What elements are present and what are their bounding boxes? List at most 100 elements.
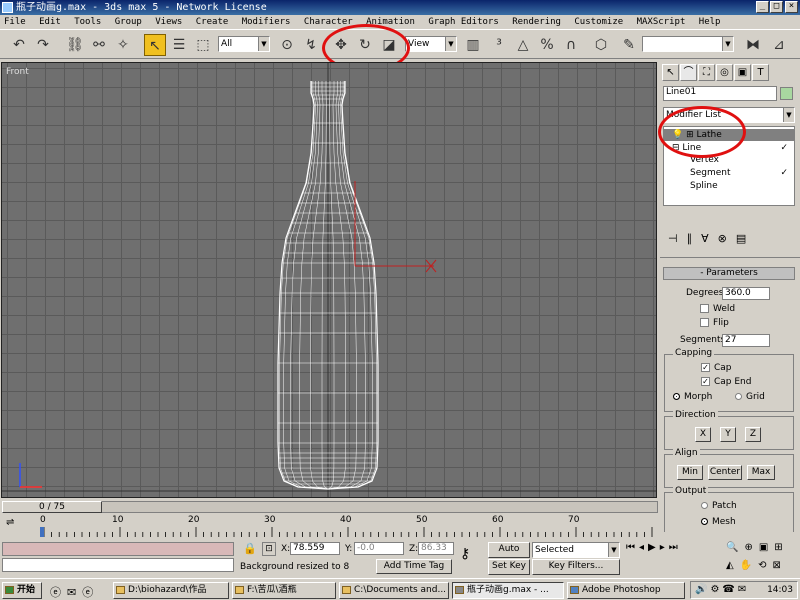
- key-filters-button[interactable]: Key Filters...: [532, 559, 620, 575]
- selection-filter-dropdown[interactable]: All ▼: [218, 36, 270, 52]
- hierarchy-tab-icon[interactable]: ⛶: [698, 64, 715, 81]
- menu-file[interactable]: File: [4, 17, 26, 27]
- remove-modifier-icon[interactable]: ⊗: [718, 232, 736, 245]
- absolute-mode-icon[interactable]: ⊡: [262, 542, 276, 556]
- named-selection-icon[interactable]: ⬡: [590, 34, 612, 56]
- object-name-field[interactable]: Line01: [663, 86, 777, 101]
- segments-spinner[interactable]: 27: [722, 334, 770, 347]
- select-and-manipulate-icon[interactable]: ⊙: [276, 34, 298, 56]
- undo-icon[interactable]: ↶: [8, 34, 30, 56]
- named-selection-dropdown[interactable]: ▼: [642, 36, 734, 52]
- flip-checkbox[interactable]: Flip: [700, 318, 729, 328]
- menu-modifiers[interactable]: Modifiers: [242, 17, 291, 27]
- degrees-spinner[interactable]: 360.0: [722, 287, 770, 300]
- reference-coordinate-dropdown[interactable]: View ▼: [405, 36, 457, 52]
- mirror-icon[interactable]: ⧓: [742, 34, 764, 56]
- stack-item-spline[interactable]: Spline: [690, 181, 718, 191]
- select-link-icon[interactable]: ⛓: [64, 34, 86, 56]
- time-slider-thumb[interactable]: 0 / 75: [2, 501, 102, 513]
- task-photoshop[interactable]: Adobe Photoshop: [567, 582, 685, 599]
- menu-help[interactable]: Help: [699, 17, 721, 27]
- pivot-center-icon[interactable]: ▥: [462, 34, 484, 56]
- cap-start-checkbox[interactable]: ✓ Cap: [701, 363, 732, 373]
- display-tab-icon[interactable]: ▣: [734, 64, 751, 81]
- track-bar[interactable]: ⇌ 0 10 20 30 40 50 60 70: [0, 515, 660, 539]
- menu-customize[interactable]: Customize: [574, 17, 623, 27]
- zoom-icon[interactable]: 🔍: [726, 542, 744, 553]
- window-title-bar[interactable]: 瓶子动画g.max - 3ds max 5 - Network License …: [0, 0, 800, 15]
- align-icon[interactable]: ⊿: [768, 34, 790, 56]
- motion-tab-icon[interactable]: ◎: [716, 64, 733, 81]
- select-by-name-icon[interactable]: ☰: [168, 34, 190, 56]
- task-biohazard-folder[interactable]: D:\biohazard\作品: [113, 582, 229, 599]
- task-bottle-folder[interactable]: F:\苦瓜\酒瓶: [232, 582, 336, 599]
- spinner-snap-icon[interactable]: ∩: [560, 34, 582, 56]
- go-to-end-icon[interactable]: ⏭: [669, 542, 682, 553]
- lock-selection-icon[interactable]: 🔒: [243, 542, 257, 555]
- parameters-rollout-header[interactable]: - Parameters: [663, 267, 795, 280]
- play-icon[interactable]: ▶: [648, 542, 660, 553]
- select-object-icon[interactable]: ↖: [144, 34, 166, 56]
- region-select-icon[interactable]: ⬚: [192, 34, 214, 56]
- maxscript-listener-line[interactable]: [2, 542, 234, 556]
- show-end-result-icon[interactable]: ∥: [687, 232, 702, 245]
- menu-graph-editors[interactable]: Graph Editors: [428, 17, 498, 27]
- direction-y-button[interactable]: Y: [720, 427, 736, 442]
- ie-quicklaunch-icon-2[interactable]: ⓔ: [82, 586, 99, 599]
- create-tab-icon[interactable]: ↖: [662, 64, 679, 81]
- make-unique-icon[interactable]: ∀: [701, 232, 718, 245]
- maxscript-input-line[interactable]: [2, 558, 234, 572]
- morph-radio[interactable]: Morph: [673, 392, 712, 402]
- direction-x-button[interactable]: X: [695, 427, 711, 442]
- utilities-tab-icon[interactable]: T: [752, 64, 769, 81]
- angle-snap-icon[interactable]: △: [512, 34, 534, 56]
- zoom-extents-icon[interactable]: ▣: [759, 542, 774, 553]
- menu-group[interactable]: Group: [115, 17, 142, 27]
- patch-radio[interactable]: Patch: [701, 501, 737, 511]
- key-mode-dropdown[interactable]: Selected ▼: [532, 542, 620, 558]
- align-max-button[interactable]: Max: [747, 465, 775, 480]
- pan-icon[interactable]: ✋: [740, 560, 758, 571]
- previous-frame-icon[interactable]: ◂: [639, 542, 648, 553]
- menu-create[interactable]: Create: [196, 17, 229, 27]
- y-coord-field[interactable]: -0.0: [354, 542, 404, 555]
- menu-rendering[interactable]: Rendering: [512, 17, 561, 27]
- unlink-icon[interactable]: ⚯: [88, 34, 110, 56]
- tray-icons[interactable]: 🔊⚙☎✉: [695, 584, 749, 595]
- go-to-start-icon[interactable]: ⏮: [626, 542, 639, 553]
- set-key-button[interactable]: Set Key: [488, 559, 530, 575]
- start-button[interactable]: 开始: [2, 582, 42, 599]
- menu-maxscript[interactable]: MAXScript: [637, 17, 686, 27]
- transform-gizmo-icon[interactable]: ↯: [300, 34, 322, 56]
- outlook-quicklaunch-icon[interactable]: ✉: [67, 586, 82, 599]
- grid-radio[interactable]: Grid: [735, 392, 765, 402]
- align-min-button[interactable]: Min: [677, 465, 703, 480]
- edit-named-selection-icon[interactable]: ✎: [618, 34, 640, 56]
- maximize-button[interactable]: □: [770, 1, 783, 13]
- redo-icon[interactable]: ↷: [32, 34, 54, 56]
- auto-key-button[interactable]: Auto Key: [488, 542, 530, 558]
- zoom-extents-all-icon[interactable]: ⊞: [774, 542, 788, 553]
- menu-character[interactable]: Character: [304, 17, 353, 27]
- align-center-button[interactable]: Center: [708, 465, 742, 480]
- task-documents-folder[interactable]: C:\Documents and...: [339, 582, 449, 599]
- key-icon[interactable]: ⚷: [460, 546, 470, 562]
- snap-toggle-icon[interactable]: ³: [488, 34, 510, 56]
- viewport-front[interactable]: Front: [1, 62, 657, 498]
- field-of-view-icon[interactable]: ◭: [726, 560, 740, 571]
- direction-z-button[interactable]: Z: [745, 427, 761, 442]
- arc-rotate-icon[interactable]: ⟲: [758, 560, 772, 571]
- configure-modifier-sets-icon[interactable]: ▤: [736, 232, 755, 245]
- task-3dsmax[interactable]: 瓶子动画g.max - ...: [452, 582, 564, 599]
- weld-checkbox[interactable]: Weld: [700, 304, 735, 314]
- bind-space-warp-icon[interactable]: ✧: [112, 34, 134, 56]
- pin-stack-icon[interactable]: ⊣: [668, 232, 687, 245]
- ie-quicklaunch-icon[interactable]: ⓔ: [50, 586, 67, 599]
- zoom-all-icon[interactable]: ⊕: [744, 542, 758, 553]
- close-button[interactable]: ×: [785, 1, 798, 13]
- percent-snap-icon[interactable]: %: [536, 34, 558, 56]
- stack-item-segment[interactable]: Segment: [690, 168, 731, 178]
- z-coord-field[interactable]: 86.33: [418, 542, 454, 555]
- x-coord-field[interactable]: 78.559: [290, 542, 340, 555]
- time-slider[interactable]: 0 / 75: [0, 500, 660, 514]
